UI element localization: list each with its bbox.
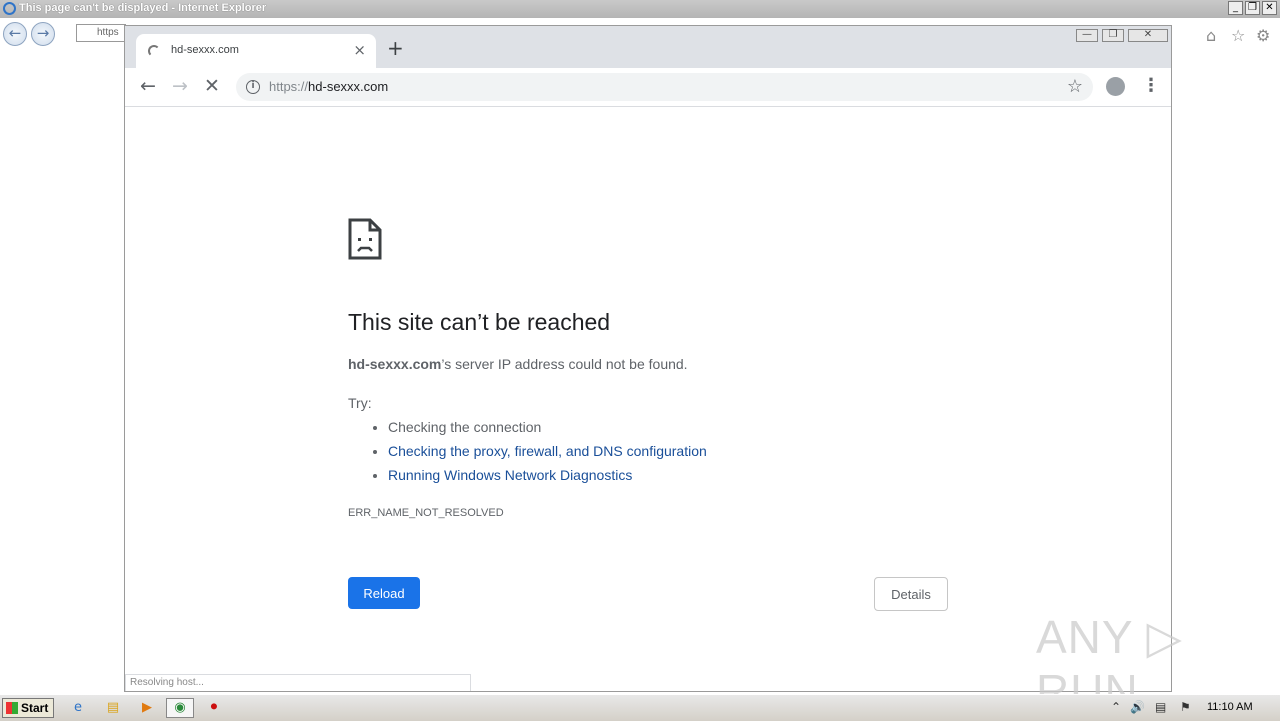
folder-taskbar-icon[interactable]: ▤	[99, 698, 127, 718]
suggestion-link-text[interactable]: Running Windows Network Diagnostics	[388, 467, 632, 483]
error-host: hd-sexxx.com	[348, 356, 442, 372]
tab-close-button[interactable]: ×	[353, 41, 366, 59]
ie-taskbar-icon[interactable]: e	[64, 698, 92, 718]
ie-back-icon[interactable]: ←	[3, 22, 27, 46]
network-icon[interactable]: ▤	[1155, 700, 1166, 714]
error-heading: This site can’t be reached	[348, 309, 611, 335]
profile-avatar-icon[interactable]	[1106, 77, 1125, 96]
home-icon[interactable]: ⌂	[1206, 26, 1216, 45]
tab-strip: hd-sexxx.com × + — ❐ ✕	[125, 26, 1171, 68]
media-player-taskbar-icon[interactable]: ▶	[133, 698, 161, 718]
new-tab-button[interactable]: +	[387, 38, 404, 58]
ie-title-bar: This page can't be displayed - Internet …	[0, 0, 1280, 18]
gear-icon[interactable]: ⚙	[1256, 26, 1270, 45]
system-tray: ⌃ 🔊 ▤ ⚑ 11:10 AM	[1103, 698, 1278, 718]
chrome-toolbar: ← → ✕ i https://hd-sexxx.com ☆ ⋮	[125, 68, 1171, 107]
ie-address-text: https	[97, 27, 119, 38]
taskbar: Start e ▤ ▶ ◉ ⚫ ⌃ 🔊 ▤ ⚑ 11:10 AM	[0, 694, 1280, 721]
stop-loading-icon[interactable]: ✕	[204, 76, 220, 96]
opera-taskbar-icon[interactable]: ⚫	[200, 698, 228, 718]
back-arrow-icon[interactable]: ←	[140, 76, 156, 96]
tab-title: hd-sexxx.com	[171, 44, 239, 56]
action-center-flag-icon[interactable]: ⚑	[1180, 700, 1191, 714]
loading-spinner-icon	[148, 45, 160, 57]
windows-logo-icon	[6, 702, 18, 714]
error-code: ERR_NAME_NOT_RESOLVED	[348, 507, 504, 519]
status-bubble: Resolving host...	[125, 674, 471, 691]
tray-expand-icon[interactable]: ⌃	[1111, 700, 1121, 714]
bookmark-star-icon[interactable]: ☆	[1067, 76, 1083, 97]
details-button[interactable]: Details	[874, 577, 948, 611]
reload-button[interactable]: Reload	[348, 577, 420, 609]
chrome-close-button[interactable]: ✕	[1128, 29, 1168, 42]
tab-active[interactable]: hd-sexxx.com ×	[136, 34, 376, 68]
url-scheme: https://	[269, 79, 309, 94]
omnibox[interactable]: i https://hd-sexxx.com ☆	[236, 73, 1093, 101]
chrome-restore-button[interactable]: ❐	[1102, 29, 1124, 42]
clock[interactable]: 11:10 AM	[1207, 701, 1253, 713]
url-text[interactable]: https://hd-sexxx.com	[269, 79, 388, 94]
menu-kebab-icon[interactable]: ⋮	[1142, 75, 1160, 96]
ie-minimize-button[interactable]: _	[1228, 1, 1243, 15]
suggestion-diagnostics-link[interactable]: Running Windows Network Diagnostics	[388, 463, 707, 487]
start-label: Start	[21, 701, 49, 715]
info-icon[interactable]: i	[246, 80, 260, 94]
ie-close-button[interactable]: ✕	[1262, 1, 1277, 15]
error-description: hd-sexxx.com’s server IP address could n…	[348, 356, 688, 372]
suggestion-check-connection: Checking the connection	[388, 415, 707, 439]
chrome-taskbar-icon[interactable]: ◉	[166, 698, 194, 718]
sad-page-icon	[348, 218, 382, 260]
try-label: Try:	[348, 395, 372, 411]
chrome-window: hd-sexxx.com × + — ❐ ✕ ← → ✕ i https://h…	[124, 25, 1172, 692]
favorites-star-icon[interactable]: ☆	[1231, 26, 1245, 45]
ie-address-bar[interactable]: https	[76, 24, 126, 42]
error-description-text: ’s server IP address could not be found.	[441, 356, 688, 372]
url-host: hd-sexxx.com	[308, 79, 389, 94]
suggestions-list: Checking the connection Checking the pro…	[348, 415, 707, 487]
ie-forward-icon[interactable]: →	[31, 22, 55, 46]
forward-arrow-icon[interactable]: →	[172, 76, 188, 96]
error-page: This site can’t be reached hd-sexxx.com’…	[125, 107, 1171, 691]
ie-restore-button[interactable]: ❐	[1245, 1, 1260, 15]
chrome-minimize-button[interactable]: —	[1076, 29, 1098, 42]
ie-logo-icon	[3, 2, 16, 15]
suggestion-link-text[interactable]: Checking the proxy, firewall, and DNS co…	[388, 443, 707, 459]
suggestion-proxy-link[interactable]: Checking the proxy, firewall, and DNS co…	[388, 439, 707, 463]
volume-icon[interactable]: 🔊	[1130, 700, 1145, 714]
suggestion-text: Checking the connection	[388, 419, 542, 435]
start-button[interactable]: Start	[2, 698, 54, 718]
ie-window-title: This page can't be displayed - Internet …	[19, 2, 267, 14]
